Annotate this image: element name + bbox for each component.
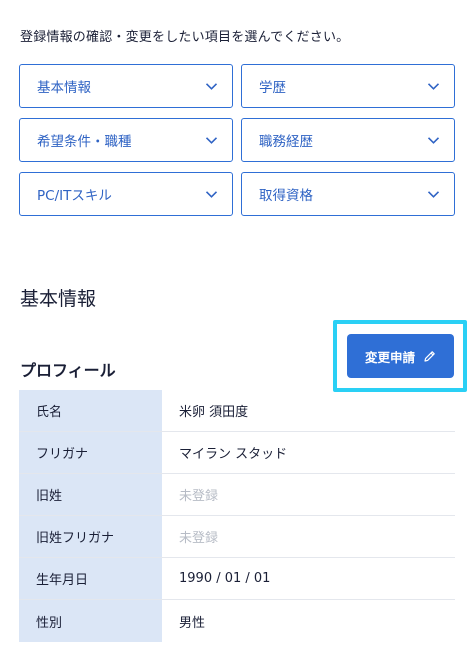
table-row: 旧姓 未登録 (19, 474, 455, 516)
menu-desired-conditions[interactable]: 希望条件・職種 (19, 118, 233, 162)
row-value: 未登録 (179, 531, 219, 546)
chevron-down-icon (427, 190, 440, 198)
chevron-down-icon (205, 190, 218, 198)
row-label: フリガナ (19, 432, 162, 473)
menu-work-history[interactable]: 職務経歴 (241, 118, 455, 162)
row-label: 生年月日 (19, 558, 162, 599)
section-title: 基本情報 (20, 288, 97, 310)
row-value: 男性 (179, 615, 206, 631)
menu-pc-it-skills[interactable]: PC/ITスキル (19, 172, 233, 216)
chevron-down-icon (205, 136, 218, 144)
menu-label: 取得資格 (259, 188, 313, 204)
chevron-down-icon (427, 82, 440, 90)
menu-basic-info[interactable]: 基本情報 (19, 64, 233, 108)
row-label: 旧姓フリガナ (19, 516, 162, 557)
pencil-icon (424, 350, 435, 362)
row-value: 米卵 須田度 (179, 405, 249, 420)
edit-request-label: 変更申請 (364, 349, 415, 365)
instruction-text: 登録情報の確認・変更をしたい項目を選んでください。 (20, 30, 350, 45)
profile-table: 氏名 米卵 須田度 フリガナ マイラン スタッド 旧姓 未登録 旧姓フリガナ 未… (19, 390, 455, 642)
section-menu: 基本情報 学歴 希望条件・職種 職務経歴 PC/ITスキル 取得資格 (19, 64, 455, 216)
table-row: 性別 男性 (19, 600, 455, 642)
menu-qualifications[interactable]: 取得資格 (241, 172, 455, 216)
menu-label: 学歴 (259, 80, 286, 96)
table-row: 氏名 米卵 須田度 (19, 390, 455, 432)
menu-label: 基本情報 (37, 80, 91, 96)
profile-heading: プロフィール (20, 361, 116, 380)
row-value: 1990 / 01 / 01 (179, 571, 271, 586)
chevron-down-icon (427, 136, 440, 144)
edit-request-button[interactable]: 変更申請 (347, 334, 454, 378)
menu-label: PC/ITスキル (37, 188, 112, 204)
row-label: 氏名 (19, 390, 162, 431)
table-row: 生年月日 1990 / 01 / 01 (19, 558, 455, 600)
chevron-down-icon (205, 82, 218, 90)
row-label: 旧姓 (19, 474, 162, 515)
menu-label: 希望条件・職種 (37, 134, 132, 150)
table-row: 旧姓フリガナ 未登録 (19, 516, 455, 558)
row-label: 性別 (19, 600, 162, 642)
table-row: フリガナ マイラン スタッド (19, 432, 455, 474)
menu-label: 職務経歴 (259, 134, 313, 150)
menu-education[interactable]: 学歴 (241, 64, 455, 108)
row-value: マイラン スタッド (179, 447, 288, 462)
row-value: 未登録 (179, 489, 219, 504)
